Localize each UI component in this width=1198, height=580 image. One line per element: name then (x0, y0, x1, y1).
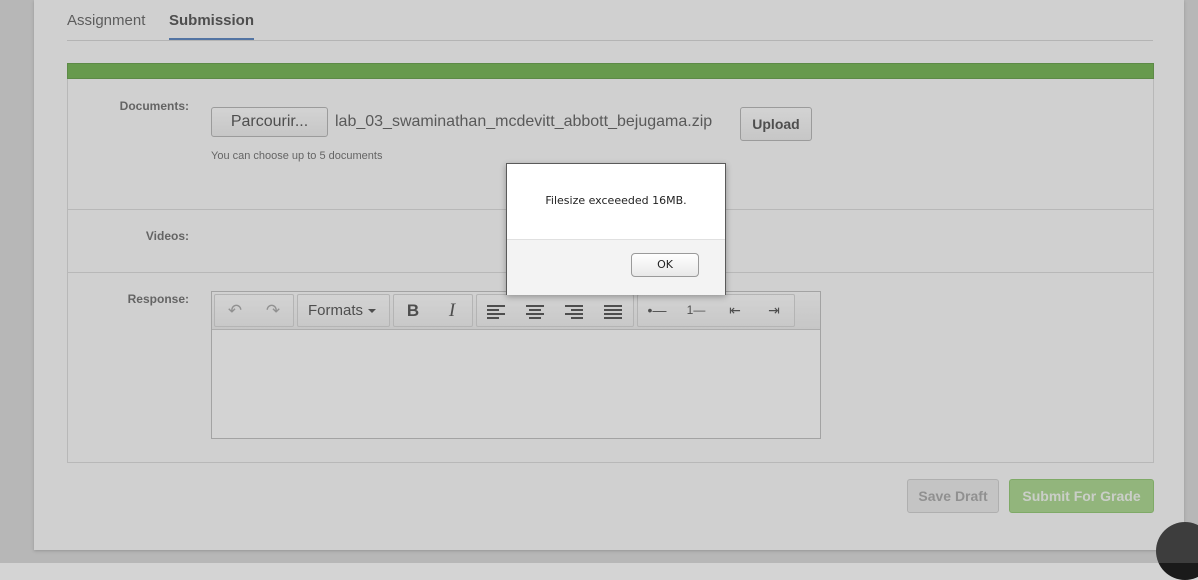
dialog-footer: OK (507, 239, 725, 295)
ok-button[interactable]: OK (631, 253, 699, 277)
dialog-message: Filesize exceeeded 16MB. (545, 194, 687, 207)
alert-dialog: Filesize exceeeded 16MB. OK (506, 163, 726, 295)
